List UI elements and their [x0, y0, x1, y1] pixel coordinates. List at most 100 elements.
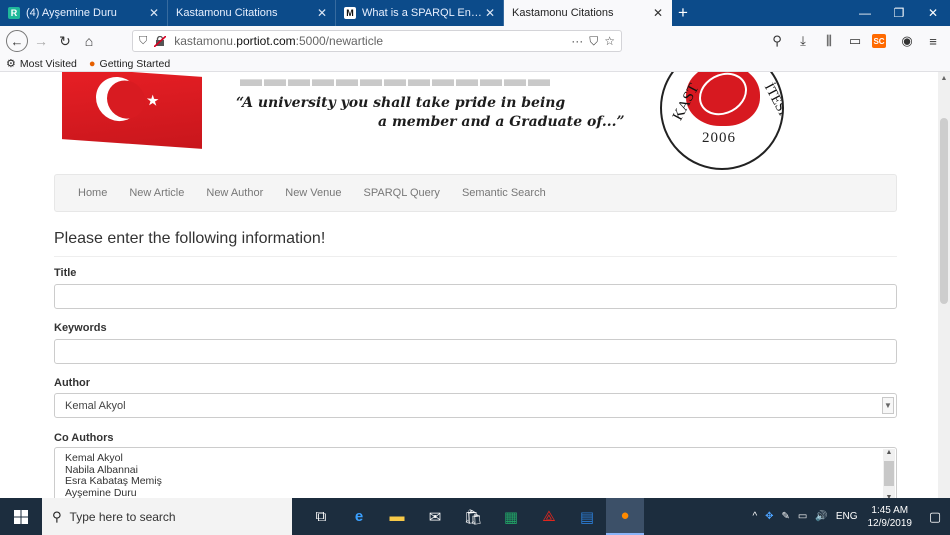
search-placeholder: Type here to search	[69, 509, 176, 524]
dropbox-icon[interactable]: ✥	[765, 511, 773, 522]
tab-kastamonu-citations-active[interactable]: Kastamonu Citations ✕	[504, 0, 672, 26]
volume-icon[interactable]: 🔊	[815, 511, 827, 522]
taskbar-search-box[interactable]: ⚲ Type here to search	[42, 498, 292, 535]
title-label: Title	[54, 267, 77, 279]
insecure-lock-icon[interactable]	[153, 34, 167, 48]
coauthor-option[interactable]: Ayşemine Duru	[65, 487, 886, 498]
library-icon[interactable]: ⫼	[818, 30, 840, 52]
url-text: kastamonu.portiot.com:5000/newarticle	[174, 34, 384, 48]
new-tab-icon[interactable]: +	[672, 0, 694, 26]
notification-icon[interactable]: ▢	[920, 509, 950, 525]
search-icon: ⚲	[52, 508, 62, 524]
windows-start-icon[interactable]	[0, 498, 42, 535]
back-arrow-icon[interactable]: ←	[6, 30, 28, 52]
close-tab-icon[interactable]: ✕	[147, 6, 161, 20]
author-selected-value: Kemal Akyol	[65, 399, 126, 412]
window-controls: — ❐ ✕	[848, 0, 950, 26]
store-icon[interactable]: 🛍	[454, 498, 492, 535]
restore-icon[interactable]: ❐	[882, 0, 916, 26]
battery-icon[interactable]: ▭	[798, 511, 807, 522]
tab-label: What is a SPARQL Endpoint, an	[362, 7, 483, 19]
system-tray: ^ ✥ ✎ ▭ 🔊 ENG 1:45 AM 12/9/2019 ▢	[748, 504, 950, 530]
close-tab-icon[interactable]: ✕	[483, 6, 497, 20]
word-icon[interactable]: ▤	[568, 498, 606, 535]
task-view-icon[interactable]: ⧉	[302, 498, 340, 535]
close-tab-icon[interactable]: ✕	[651, 6, 665, 20]
download-icon[interactable]: ⤓	[792, 30, 814, 52]
author-select[interactable]: Kemal Akyol ▼	[54, 393, 897, 418]
page-scrollbar-thumb[interactable]	[940, 118, 948, 304]
firefox-taskbar-icon[interactable]: ●	[606, 498, 644, 535]
menu-hamburger-icon[interactable]: ≡	[922, 30, 944, 52]
researchgate-icon: R	[8, 7, 20, 19]
tab-label: Kastamonu Citations	[176, 7, 278, 19]
bookmark-star-icon[interactable]: ☆	[604, 34, 615, 48]
home-icon[interactable]: ⌂	[78, 30, 100, 52]
bookmark-label: Getting Started	[99, 57, 171, 70]
minimize-icon[interactable]: —	[848, 0, 882, 26]
sidebar-icon[interactable]: ▭	[844, 30, 866, 52]
shield-icon[interactable]: ⛉	[139, 35, 147, 48]
account-icon[interactable]: ◉	[896, 30, 918, 52]
nav-sparql-query[interactable]: SPARQL Query	[353, 187, 451, 199]
tab-label: Kastamonu Citations	[512, 7, 614, 19]
banner-faded-lettering: ▬▬▬▬▬▬▬▬▬▬▬▬▬	[240, 72, 552, 91]
forward-arrow-icon[interactable]: →	[30, 30, 52, 52]
tab-kastamonu-citations[interactable]: Kastamonu Citations ✕	[168, 0, 336, 26]
reload-icon[interactable]: ↻	[54, 30, 76, 52]
medium-icon: M	[344, 7, 356, 19]
browser-toolbar: ← → ↻ ⌂ ⛉ kastamonu.portiot.com:5000/new…	[0, 26, 950, 56]
page-scrollbar[interactable]: ▲	[938, 72, 950, 498]
bookmark-getting-started[interactable]: ● Getting Started	[89, 58, 170, 70]
edge-icon[interactable]: e	[340, 498, 378, 535]
nav-new-author[interactable]: New Author	[195, 187, 274, 199]
chevron-down-icon[interactable]: ▼	[882, 397, 894, 414]
coauthors-scrollbar[interactable]: ▲ ▼	[883, 449, 895, 498]
scrollbar-thumb[interactable]	[884, 461, 894, 486]
extension-sc-icon[interactable]: SC	[872, 34, 886, 48]
coauthors-multiselect[interactable]: Kemal Akyol Nabila Albannai Esra Kabataş…	[54, 447, 897, 498]
pocket-icon[interactable]: ⛉	[589, 34, 598, 49]
bookmark-most-visited[interactable]: ⚙ Most Visited	[6, 57, 77, 71]
browser-tab-strip: R (4) Ayşemine Duru ✕ Kastamonu Citation…	[0, 0, 950, 26]
acrobat-icon[interactable]: ⟁	[530, 498, 568, 535]
file-explorer-icon[interactable]: ▬	[378, 498, 416, 535]
nav-semantic-search[interactable]: Semantic Search	[451, 187, 557, 199]
scroll-up-icon[interactable]: ▲	[883, 449, 895, 456]
university-banner: ★ ▬▬▬▬▬▬▬▬▬▬▬▬▬ “A university you shall …	[0, 72, 938, 176]
windows-taskbar: ⚲ Type here to search ⧉ e ▬ ✉ 🛍 ▦ ⟁ ▤ ● …	[0, 498, 950, 535]
bookmark-label: Most Visited	[19, 57, 77, 70]
coauthor-option[interactable]: Kemal Akyol	[65, 452, 886, 465]
turkish-flag-icon: ★	[62, 72, 202, 149]
pen-icon[interactable]: ✎	[782, 511, 790, 522]
excel-icon[interactable]: ▦	[492, 498, 530, 535]
close-window-icon[interactable]: ✕	[916, 0, 950, 26]
mail-icon[interactable]: ✉	[416, 498, 454, 535]
tab-sparql-endpoint[interactable]: M What is a SPARQL Endpoint, an ✕	[336, 0, 504, 26]
nav-home[interactable]: Home	[67, 187, 118, 199]
address-bar[interactable]: ⛉ kastamonu.portiot.com:5000/newarticle …	[132, 30, 622, 52]
scroll-up-icon[interactable]: ▲	[938, 72, 950, 86]
taskbar-clock[interactable]: 1:45 AM 12/9/2019	[868, 504, 913, 530]
gear-icon: ⚙	[6, 58, 16, 70]
toolbar-right: ⚲ ⤓ ⫼ ▭ SC ◉ ≡	[762, 30, 944, 52]
tab-label: (4) Ayşemine Duru	[26, 7, 117, 19]
coauthor-option[interactable]: Esra Kabataş Memiş	[65, 475, 886, 488]
author-label: Author	[54, 377, 91, 389]
chevron-up-icon[interactable]: ^	[752, 511, 757, 522]
page-actions-icon[interactable]: ···	[571, 34, 583, 48]
coauthor-option[interactable]: Nabila Albannai	[65, 464, 886, 477]
bookmarks-bar: ⚙ Most Visited ● Getting Started	[0, 56, 950, 72]
nav-new-venue[interactable]: New Venue	[274, 187, 352, 199]
close-tab-icon[interactable]: ✕	[315, 6, 329, 20]
language-indicator[interactable]: ENG	[836, 511, 858, 522]
coauthors-label: Co Authors	[54, 432, 114, 444]
university-seal: KAST İTESİ 2006	[660, 72, 784, 170]
tab-ayşemine-duru[interactable]: R (4) Ayşemine Duru ✕	[0, 0, 168, 26]
title-input[interactable]	[54, 284, 897, 309]
page-content: ★ ▬▬▬▬▬▬▬▬▬▬▬▬▬ “A university you shall …	[0, 72, 938, 498]
keywords-input[interactable]	[54, 339, 897, 364]
form-heading: Please enter the following information!	[54, 230, 897, 257]
reader-icon[interactable]: ⚲	[766, 30, 788, 52]
nav-new-article[interactable]: New Article	[118, 187, 195, 199]
